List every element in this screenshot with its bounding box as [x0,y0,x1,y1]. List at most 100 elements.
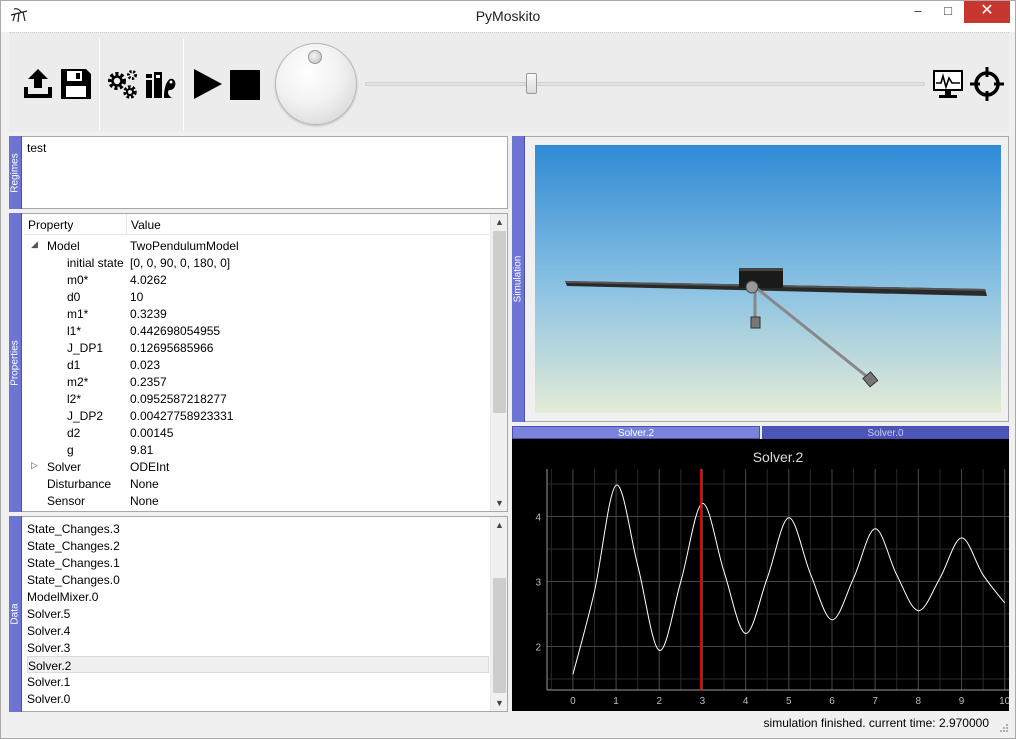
data-list-item[interactable]: State_Changes.2 [27,537,489,554]
status-text: simulation finished. current time: 2.970… [763,716,989,730]
simulation-dock-tab[interactable]: Simulation [512,136,525,422]
scrollbar-thumb[interactable] [493,231,506,413]
property-row[interactable]: d0 10 [24,288,489,305]
property-value[interactable]: 0.00427758923331 [130,409,233,423]
property-name: Solver [47,460,82,474]
property-row[interactable]: Sensor None [24,492,489,509]
data-list-item[interactable]: Solver.0 [27,690,489,707]
time-slider-track[interactable] [365,82,925,86]
property-row[interactable]: d2 0.00145 [24,424,489,441]
properties-scrollbar[interactable]: ▲ ▼ [490,214,507,511]
property-row[interactable]: m1* 0.3239 [24,305,489,322]
data-list-item[interactable]: Solver.4 [27,622,489,639]
property-value[interactable]: 0.2357 [130,375,167,389]
3d-visualization[interactable] [535,145,1001,413]
property-value[interactable]: 0.3239 [130,307,167,321]
maximize-button[interactable]: □ [933,1,963,23]
data-list-item[interactable]: ModelMixer.0 [27,588,489,605]
property-tree-header: Property Value [24,214,489,235]
x-tick-label: 7 [872,696,878,707]
property-column-header[interactable]: Property [28,218,73,232]
data-dock-tab[interactable]: Data [9,516,22,712]
property-row[interactable]: ▷ Solver ODEInt [24,458,489,475]
scroll-up-icon[interactable]: ▲ [491,214,507,230]
postprocessing-icon[interactable] [144,68,178,102]
property-value[interactable]: [0, 0, 90, 0, 180, 0] [130,256,230,270]
property-value[interactable]: ODEInt [130,460,169,474]
simulation-dock: Simulation [512,136,1009,422]
plot-tick-labels: 0 1 2 3 4 5 6 7 8 9 10 2 3 4 [535,512,1010,707]
property-row[interactable]: Disturbance None [24,475,489,492]
resize-grip-icon[interactable] [999,723,1009,733]
property-value[interactable]: 10 [130,290,143,304]
floppy-disk-icon[interactable] [59,67,93,101]
stop-icon[interactable] [229,69,261,101]
property-value[interactable]: 4.0262 [130,273,167,287]
tab-solver-2[interactable]: Solver.2 [512,426,760,439]
minimize-button[interactable]: – [903,1,933,23]
upload-icon[interactable] [21,67,55,101]
close-button[interactable]: ✕ [964,1,1010,23]
regimes-dock-tab[interactable]: Regimes [9,136,22,209]
property-value[interactable]: 0.442698054955 [130,324,220,338]
property-row[interactable]: m0* 4.0262 [24,271,489,288]
property-row[interactable]: l1* 0.442698054955 [24,322,489,339]
data-list-item[interactable]: Solver.5 [27,605,489,622]
pendulum-2-rod [754,285,871,381]
property-value[interactable]: 0.12695685966 [130,341,213,355]
cart-top [739,268,783,271]
time-slider-handle[interactable] [525,73,537,94]
solver-plot: Solver.2 0 1 2 3 4 5 6 7 8 9 10 2 3 4 [535,449,1010,707]
y-tick-label: 2 [535,642,541,653]
property-value[interactable]: 0.023 [130,358,160,372]
value-column-header[interactable]: Value [131,218,161,232]
property-row[interactable]: ◢ Model TwoPendulumModel [24,237,489,254]
scroll-down-icon[interactable]: ▼ [491,695,507,711]
property-name: d2 [67,426,81,440]
property-value[interactable]: TwoPendulumModel [130,239,239,253]
property-row[interactable]: d1 0.023 [24,356,489,373]
scroll-up-icon[interactable]: ▲ [491,517,507,533]
data-list-item[interactable]: State_Changes.3 [27,520,489,537]
property-row[interactable]: l2* 0.0952587218277 [24,390,489,407]
x-tick-label: 0 [570,696,576,707]
scroll-down-icon[interactable]: ▼ [491,495,507,511]
regime-item[interactable]: test [27,141,46,155]
scrollbar-thumb[interactable] [493,578,506,693]
property-value[interactable]: 0.00145 [130,426,173,440]
data-item-label: Solver.2 [28,659,72,673]
data-item-label: State_Changes.0 [27,573,120,587]
data-list-item[interactable]: State_Changes.1 [27,554,489,571]
data-scrollbar[interactable]: ▲ ▼ [490,517,507,711]
property-row[interactable]: initial state [0, 0, 90, 0, 180, 0] [24,254,489,271]
property-row[interactable]: J_DP2 0.00427758923331 [24,407,489,424]
data-list-item[interactable]: Solver.1 [27,673,489,690]
property-row[interactable]: J_DP1 0.12695685966 [24,339,489,356]
property-name: l2* [67,392,82,406]
expand-arrow-icon[interactable]: ▷ [31,460,38,471]
tab-solver-0[interactable]: Solver.0 [762,426,1009,439]
y-tick-label: 3 [535,577,541,588]
properties-dock-tab[interactable]: Properties [9,213,22,512]
x-tick-label: 10 [999,696,1009,707]
collapse-arrow-icon[interactable]: ◢ [31,239,38,250]
toolbar [9,32,1009,132]
gears-icon[interactable] [106,68,140,102]
speed-dial[interactable] [275,43,357,125]
crosshair-icon[interactable] [970,67,1004,101]
property-value[interactable]: 0.0952587218277 [130,392,227,406]
monitor-chart-icon[interactable] [931,67,965,101]
x-tick-label: 1 [613,696,619,707]
property-value[interactable]: None [130,494,159,508]
plot-area[interactable]: Solver.2 0 1 2 3 4 5 6 7 8 9 10 2 3 4 [512,439,1011,711]
property-value[interactable]: 9.81 [130,443,153,457]
data-item-label: Solver.5 [27,607,71,621]
x-tick-label: 3 [700,696,706,707]
property-row[interactable]: g 9.81 [24,441,489,458]
property-row[interactable]: m2* 0.2357 [24,373,489,390]
play-icon[interactable] [192,67,224,101]
data-list-item[interactable]: State_Changes.0 [27,571,489,588]
property-value[interactable]: None [130,477,159,491]
data-list-item[interactable]: Solver.2 [27,656,489,673]
data-list-item[interactable]: Solver.3 [27,639,489,656]
